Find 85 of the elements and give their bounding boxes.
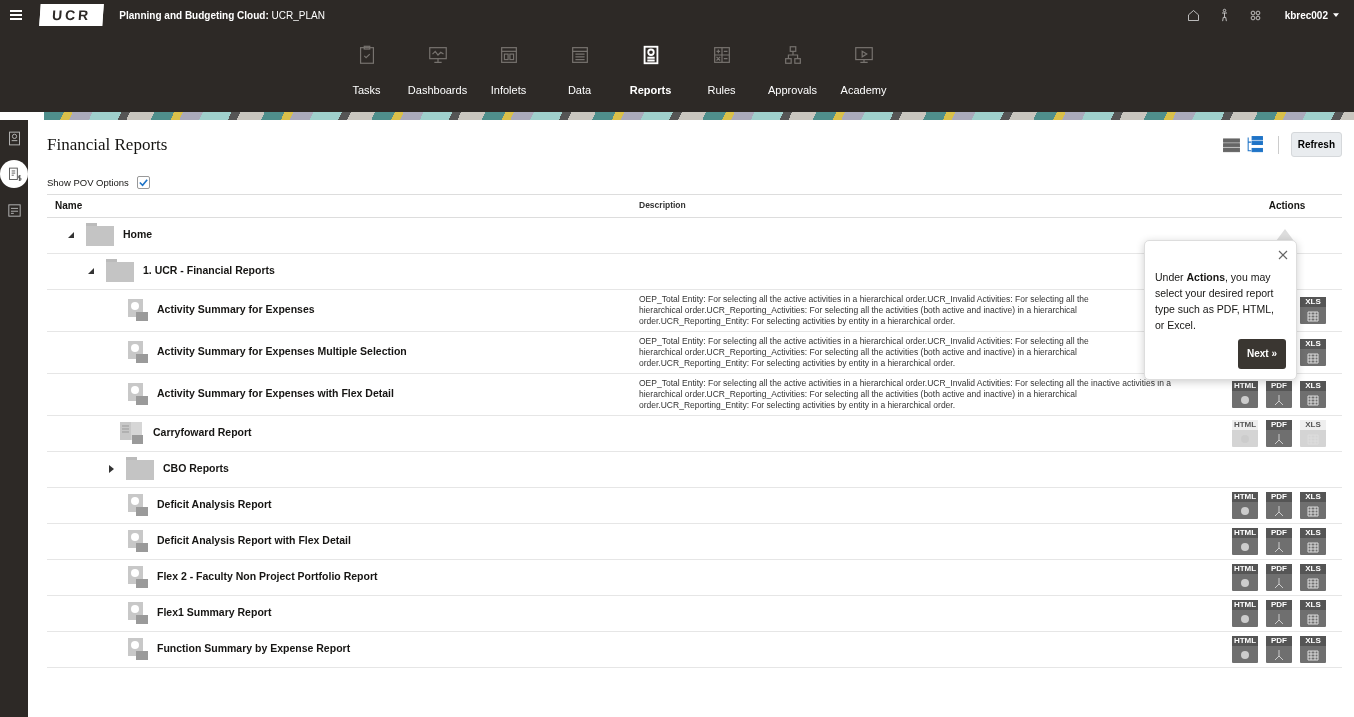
report-file-icon [127, 298, 149, 323]
xls-export-button[interactable]: XLS [1300, 338, 1326, 366]
description-line: OEP_Total Entity: For selecting all the active activities in a hierarchical order.UCR_Invalid Activities: For selecting all the inactive activities in a [639, 377, 1171, 389]
report-file-icon [127, 493, 149, 518]
description-line: order.UCR_Reporting_Entity: For selecting activities by entity in a hierarchical order. [639, 315, 956, 327]
html-export-button[interactable]: HTML [1232, 635, 1258, 663]
html-export-button[interactable]: HTML [1232, 563, 1258, 591]
report-book-icon [119, 421, 145, 446]
nav-tab[interactable]: Academy [828, 30, 899, 112]
report-file-icon [127, 601, 149, 626]
description-line: order.UCR_Reporting_Entity: For selecting activities by entity in a hierarchical order. [639, 399, 956, 411]
column-header: Actions [1268, 200, 1306, 212]
column-header: Name [55, 200, 83, 212]
report-name[interactable]: Carryfoward Report [153, 425, 252, 442]
folder-name[interactable]: Home [123, 227, 153, 244]
description-line: OEP_Total Entity: For selecting all the active activities in a hierarchical order.UCR_Invalid Activities: For selecting all the [639, 293, 1089, 305]
description-line: hierarchical order.UCR_Reporting_Activities: For selecting all the activities (both active and inactive) in a hierarchical [639, 346, 1077, 358]
document-icon [5, 201, 23, 219]
pov-checkbox[interactable] [136, 176, 150, 190]
report-name[interactable]: Flex 2 - Faculty Non Project Portfolio Report [157, 569, 378, 586]
report-name[interactable]: Function Summary by Expense Report [157, 641, 351, 658]
nav-tab[interactable]: Infolets [473, 30, 544, 112]
nav-tab[interactable]: Approvals [757, 30, 828, 112]
report-name[interactable]: Deficit Analysis Report [157, 497, 272, 514]
popover-text: Under Actions, you may select your desired report type such as PDF, HTML, or Excel. [1155, 270, 1276, 333]
sidebar-item[interactable] [0, 160, 28, 188]
report-name[interactable]: Deficit Analysis Report with Flex Detail [157, 533, 351, 550]
collapse-triangle-icon[interactable] [87, 267, 95, 276]
nav-tab[interactable]: Dashboards [402, 30, 473, 112]
nav-tab[interactable]: Rules [686, 30, 757, 112]
report-file-icon [127, 637, 149, 662]
monitor-icon [426, 44, 449, 66]
xls-export-button[interactable]: XLS [1300, 599, 1326, 627]
app-title: Planning and Budgeting Cloud: UCR_PLAN [119, 8, 325, 23]
pdf-export-button[interactable]: PDF [1266, 563, 1292, 591]
xls-export-button[interactable]: XLS [1300, 380, 1326, 408]
description-line: hierarchical order.UCR_Reporting_Activities: For selecting all the activities (both active and inactive) in a hierarchical [639, 304, 1077, 316]
description-line: hierarchical order.UCR_Reporting_Activities: For selecting all the activities (both active and inactive) in a hierarchical [639, 388, 1077, 400]
pdf-export-button[interactable]: PDF [1266, 635, 1292, 663]
report-name[interactable]: Activity Summary for Expenses [157, 302, 315, 319]
description-line: OEP_Total Entity: For selecting all the active activities in a hierarchical order.UCR_Invalid Activities: For selecting all the [639, 335, 1089, 347]
screen-play-icon [852, 44, 875, 66]
folder-icon [85, 223, 115, 248]
home-icon[interactable] [1185, 7, 1201, 23]
pov-label: Show POV Options [47, 175, 129, 190]
description-line: order.UCR_Reporting_Entity: For selecting activities by entity in a hierarchical order. [639, 357, 956, 369]
logo: UCR [39, 4, 105, 26]
refresh-button[interactable]: Refresh [1290, 132, 1342, 158]
xls-export-button[interactable]: XLS [1300, 527, 1326, 555]
folder-icon [105, 259, 135, 284]
nav-tab[interactable]: Tasks [331, 30, 402, 112]
report-name[interactable]: Activity Summary for Expenses with Flex Detail [157, 386, 394, 403]
pdf-export-button[interactable]: PDF [1266, 419, 1292, 447]
nav-tab[interactable]: Data [544, 30, 615, 112]
report-name[interactable]: Activity Summary for Expenses Multiple Selection [157, 344, 407, 361]
collapse-triangle-icon[interactable] [67, 231, 75, 240]
menu-icon[interactable] [8, 7, 24, 23]
pdf-export-button[interactable]: PDF [1266, 380, 1292, 408]
page-title: Financial Reports [47, 134, 169, 156]
folder-name[interactable]: 1. UCR - Financial Reports [143, 263, 275, 280]
report-file-icon [127, 340, 149, 365]
report-name[interactable]: Flex1 Summary Report [157, 605, 272, 622]
column-header: Description [639, 200, 686, 211]
pdf-export-button[interactable]: PDF [1266, 599, 1292, 627]
folder-icon [125, 457, 155, 482]
html-export-button[interactable]: HTML [1232, 380, 1258, 408]
next-button[interactable]: Next » [1238, 339, 1286, 369]
list-view-icon[interactable] [1221, 135, 1241, 155]
xls-export-button[interactable]: XLS [1300, 563, 1326, 591]
report-file-icon [127, 382, 149, 407]
pdf-export-button[interactable]: PDF [1266, 491, 1292, 519]
xls-export-button[interactable]: XLS [1300, 635, 1326, 663]
html-export-button[interactable]: HTML [1232, 491, 1258, 519]
xls-export-button[interactable]: XLS [1300, 296, 1326, 324]
report-file-icon [127, 565, 149, 590]
caret-icon [1332, 11, 1340, 19]
html-export-button[interactable]: HTML [1232, 527, 1258, 555]
report-file-icon [127, 529, 149, 554]
xls-export-button[interactable]: XLS [1300, 491, 1326, 519]
expand-triangle-icon[interactable] [107, 465, 115, 474]
pdf-export-button[interactable]: PDF [1266, 527, 1292, 555]
folder-name[interactable]: CBO Reports [163, 461, 229, 478]
user-menu[interactable]: kbrec002 [1278, 6, 1346, 24]
html-export-button[interactable]: HTML [1232, 599, 1258, 627]
nav-tab[interactable]: Reports [615, 30, 686, 112]
